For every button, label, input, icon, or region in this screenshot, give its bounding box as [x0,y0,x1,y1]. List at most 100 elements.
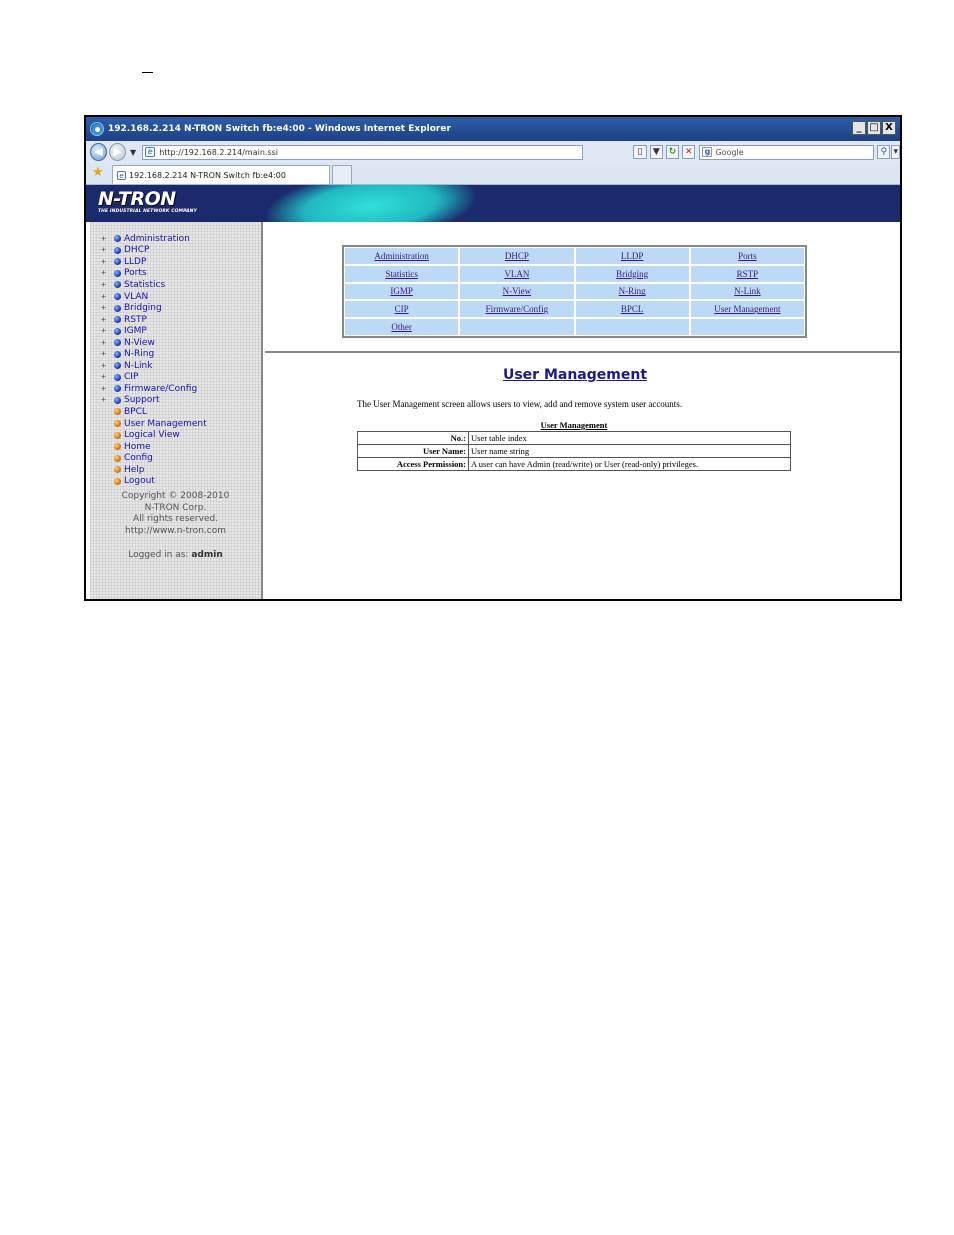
expand-icon[interactable]: + [101,280,109,289]
rights-line: All rights reserved. [132,514,219,524]
blue-ball-icon [114,373,121,381]
nav-link-lldp[interactable]: LLDP [575,248,689,264]
blue-ball-icon [114,304,121,312]
nav-link-bpcl[interactable]: BPCL [575,301,689,318]
expand-icon[interactable]: + [101,292,109,301]
orange-ball-icon [114,431,121,439]
company-line: N-TRON Corp. [144,502,207,513]
nav-link-rstp[interactable]: RSTP [690,265,804,282]
sidebar-item-label: Config [124,453,153,464]
sidebar-item-igmp[interactable]: + IGMP [101,325,207,337]
sidebar-item-firmware-config[interactable]: + Firmware/Config [101,383,207,395]
nav-link-dhcp[interactable]: DHCP [460,248,574,264]
sidebar-item-bridging[interactable]: + Bridging [101,302,207,314]
login-status: Logged in as: admin [90,550,261,560]
sidebar-item-config[interactable]: +Config [101,452,207,464]
sidebar-item-label: IGMP [124,326,147,337]
sidebar-item-label: DHCP [124,245,150,256]
sidebar-item-n-ring[interactable]: + N-Ring [101,348,207,360]
nav-link-n-ring[interactable]: N-Ring [575,283,689,300]
sidebar-item-administration[interactable]: + Administration [101,233,207,245]
search-icon[interactable]: ⚲ [877,145,891,159]
nav-link-ports[interactable]: Ports [690,248,804,264]
sidebar-item-cip[interactable]: + CIP [101,372,207,384]
minimize-button[interactable]: _ [852,121,866,135]
nav-link-other[interactable]: Other [345,319,459,335]
sidebar-item-n-link[interactable]: + N-Link [101,360,207,372]
blue-ball-icon [114,293,121,300]
forward-button[interactable]: ▶ [109,143,127,161]
expand-icon[interactable]: + [101,246,109,254]
sidebar-item-logical-view[interactable]: +Logical View [101,429,207,441]
sidebar-item-support[interactable]: + Support [101,395,207,407]
compatibility-icon[interactable]: ▯ [633,145,647,159]
expand-icon[interactable]: + [101,338,109,347]
history-dropdown-icon[interactable]: ▼ [130,148,136,157]
row-value: User table index [468,431,791,445]
nav-link-bridging[interactable]: Bridging [575,265,689,282]
maximize-button[interactable]: □ [867,121,881,135]
blue-ball-icon [114,246,121,254]
sidebar-item-home[interactable]: +Home [101,441,207,453]
expand-icon[interactable]: + [101,327,109,335]
sidebar-item-lldp[interactable]: + LLDP [101,256,207,268]
expand-icon[interactable]: + [101,315,109,324]
tab-title: 192.168.2.214 N-TRON Switch fb:e4:00 [129,170,286,180]
sidebar-item-label: Firmware/Config [124,383,198,394]
favorites-star-icon[interactable]: ★ [92,166,104,180]
search-input[interactable]: g Google [699,144,875,160]
sidebar-item-bpcl[interactable]: +BPCL [101,406,207,418]
nav-link-vlan[interactable]: VLAN [460,265,574,282]
nav-link-administration[interactable]: Administration [345,248,459,264]
new-tab-button[interactable] [332,165,352,184]
close-button[interactable]: X [882,121,896,135]
back-button[interactable]: ◀ [90,143,108,161]
expand-icon[interactable]: + [101,396,109,404]
nav-link-cip[interactable]: CIP [345,301,459,318]
search-options-icon[interactable]: ▾ [891,145,900,159]
nav-link-user-management[interactable]: User Management [690,301,804,318]
url-dropdown-icon[interactable]: ▼ [649,145,663,159]
page-description: The User Management screen allows users … [357,399,683,409]
expand-icon[interactable]: + [101,257,109,266]
expand-icon[interactable]: + [101,361,109,370]
url-input[interactable]: e http://192.168.2.214/main.ssi [142,144,584,160]
nav-link-igmp[interactable]: IGMP [345,283,459,300]
sidebar: + Administration + DHCP + LLDP + Ports + Statisti… [90,222,263,599]
copyright-line: Copyright © 2008-2010 [121,491,230,501]
blue-ball-icon [114,339,121,347]
page-dash-mark [142,72,153,73]
top-nav-frame: Administration DHCP LLDP Ports Statistics VLA… [265,222,900,353]
sidebar-item-n-view[interactable]: + N-View [101,337,207,349]
sidebar-item-help[interactable]: +Help [101,464,207,476]
sidebar-item-rstp[interactable]: + RSTP [101,314,207,326]
sidebar-item-label: Logout [124,476,155,487]
nav-link-statistics[interactable]: Statistics [345,265,459,282]
expand-icon[interactable]: + [101,373,109,381]
expand-icon[interactable]: + [101,234,109,243]
refresh-button[interactable]: ↻ [665,145,680,159]
sidebar-item-user-management[interactable]: +User Management [101,418,207,430]
website-link[interactable]: http://www.n-tron.com [90,526,261,538]
logged-in-user: admin [191,550,223,560]
nav-link-n-link[interactable]: N-Link [690,283,804,300]
sidebar-item-dhcp[interactable]: + DHCP [101,245,207,257]
sidebar-item-statistics[interactable]: + Statistics [101,279,207,291]
sidebar-item-logout[interactable]: +Logout [101,475,207,487]
expand-icon[interactable]: + [101,269,109,277]
sidebar-item-ports[interactable]: + Ports [101,268,207,280]
blue-ball-icon [114,316,121,324]
logged-in-label: Logged in as: [128,550,189,560]
expand-icon[interactable]: + [101,384,109,393]
nav-cell-empty [690,319,804,335]
stop-button[interactable]: ✕ [682,145,696,159]
nav-link-firmware-config[interactable]: Firmware/Config [460,301,574,318]
tab-current[interactable]: e 192.168.2.214 N-TRON Switch fb:e4:00 [112,165,330,184]
blue-ball-icon [114,327,121,335]
expand-icon[interactable]: + [101,304,109,312]
sidebar-item-label: N-View [124,337,155,348]
nav-link-n-view[interactable]: N-View [460,283,574,300]
row-key: User Name: [357,444,469,458]
sidebar-item-vlan[interactable]: + VLAN [101,291,207,303]
expand-icon[interactable]: + [101,350,109,358]
